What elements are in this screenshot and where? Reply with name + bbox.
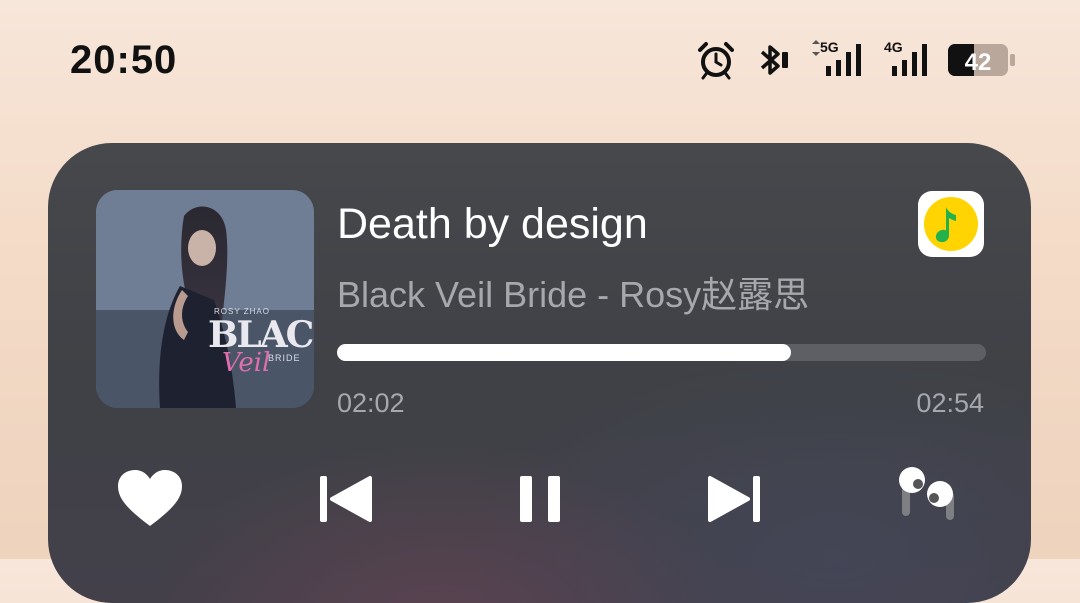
battery-level: 42 [965,49,992,76]
signal-4g-icon: 4G [884,39,927,76]
status-bar: 20:50 5G 4G 42 [0,0,1080,120]
earbuds-icon[interactable] [896,462,966,522]
album-title-script: Veil [222,348,271,378]
next-icon[interactable] [708,474,762,524]
pause-icon[interactable] [518,474,562,524]
track-title: Death by design [337,200,648,248]
progress-fill [337,344,792,361]
signal-4g-label: 4G [884,39,903,55]
album-art-image [96,190,314,408]
total-time: 02:54 [916,388,984,418]
battery-icon: 42 [948,44,1015,76]
status-time: 20:50 [70,38,178,82]
qq-music-icon[interactable] [918,191,984,257]
album-art[interactable]: ROSY ZHAO BLACK Veil BRIDE [96,190,314,408]
alarm-icon [698,42,734,80]
heart-icon[interactable] [116,468,184,530]
album-title-small: BRIDE [268,353,301,363]
elapsed-time: 02:02 [337,388,405,418]
signal-5g-label: 5G [820,39,839,55]
qq-music-logo [924,197,978,251]
signal-5g-icon: 5G [812,39,861,76]
progress-bar[interactable] [337,344,986,361]
previous-icon[interactable] [318,474,372,524]
bluetooth-icon [760,45,788,75]
track-subtitle: Black Veil Bride - Rosy赵露思 [337,274,810,315]
